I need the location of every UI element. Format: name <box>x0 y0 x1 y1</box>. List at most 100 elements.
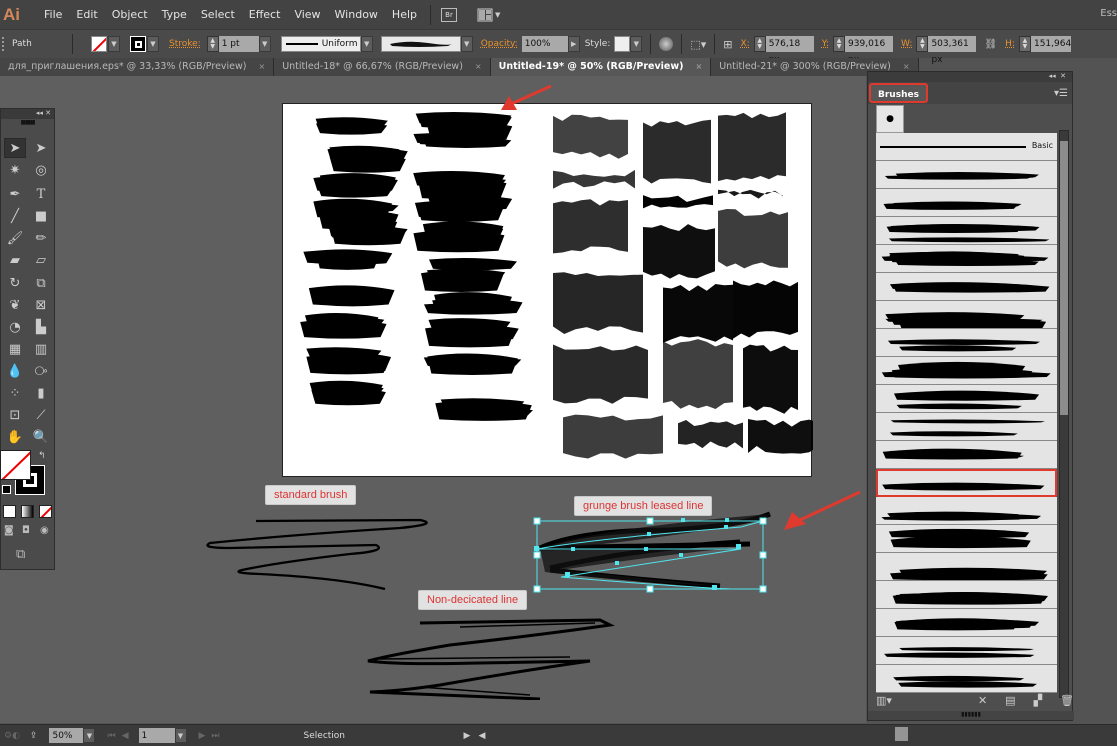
slice-tool[interactable]: ⟋ <box>30 405 52 425</box>
close-tab-icon[interactable]: × <box>259 58 266 76</box>
screen-mode-icon[interactable]: ⧉ <box>16 547 25 562</box>
brush-item[interactable] <box>876 441 1057 469</box>
eyedropper-tool[interactable]: 💧 <box>4 361 26 381</box>
mesh-tool[interactable]: ▦ <box>4 339 26 359</box>
brush-item[interactable] <box>876 329 1057 357</box>
fill-dropdown[interactable]: ▼ <box>108 36 120 52</box>
w-label[interactable]: W: <box>901 39 912 49</box>
selection-handles[interactable] <box>533 517 767 593</box>
stroke-dropdown[interactable]: ▼ <box>147 36 159 52</box>
brush-calligraphic-round[interactable]: ● <box>876 105 904 133</box>
brush-definition-dropdown[interactable]: ▼ <box>460 36 473 52</box>
x-field[interactable]: 576,18 px <box>765 36 814 65</box>
w-stepper[interactable]: ▲ ▼ <box>916 36 929 52</box>
style-swatch[interactable] <box>614 36 631 52</box>
stroke-weight-dropdown[interactable]: ▼ <box>258 36 271 52</box>
close-tab-icon[interactable]: × <box>695 58 702 76</box>
panel-resize-grip[interactable]: ▮▮▮▮▮▮ <box>868 711 1074 720</box>
previous-artboard-button[interactable]: ◀ <box>122 731 129 741</box>
rotate-tool[interactable]: ↻ <box>4 273 26 293</box>
brush-item[interactable] <box>876 245 1057 273</box>
brush-basic[interactable]: Basic <box>876 133 1057 161</box>
close-panel-icon[interactable]: ✕ <box>1060 72 1066 80</box>
w-field[interactable]: 503,361 px <box>928 36 977 65</box>
brush-item[interactable] <box>876 301 1057 329</box>
paintbrush-tool[interactable]: 🖌 <box>4 228 26 248</box>
draw-inside-icon[interactable]: ◉ <box>40 525 49 536</box>
gradient-tool[interactable]: ▥ <box>30 339 52 359</box>
options-of-selected-object-icon[interactable]: ▤ <box>1005 694 1015 707</box>
style-dropdown[interactable]: ▼ <box>630 36 643 52</box>
first-artboard-button[interactable]: ⏮ <box>107 731 115 741</box>
y-stepper[interactable]: ▲ ▼ <box>833 36 846 52</box>
new-brush-icon[interactable]: ▞ <box>1034 694 1042 707</box>
direct-selection-tool[interactable]: ➤ <box>30 138 52 158</box>
opacity-dropdown[interactable]: ▶ <box>567 36 580 52</box>
horizontal-scrollbar-thumb[interactable] <box>895 727 908 741</box>
collapse-panel-icon[interactable]: ◂◂ <box>1049 72 1056 80</box>
zoom-tool[interactable]: 🔍 <box>30 427 52 447</box>
brush-item[interactable] <box>876 469 1057 497</box>
tab-brushes[interactable]: Brushes <box>869 83 928 103</box>
zoom-level-field[interactable]: 50% <box>49 728 84 743</box>
bridge-button[interactable]: Br <box>441 7 457 22</box>
brush-item[interactable] <box>876 497 1057 525</box>
y-field[interactable]: 939,016 px <box>845 36 894 65</box>
swap-fill-stroke-icon[interactable]: ↰ <box>38 451 46 461</box>
brush-item[interactable] <box>876 525 1057 553</box>
brush-item[interactable] <box>876 385 1057 413</box>
align-icon[interactable]: ⊞ <box>723 38 732 51</box>
brush-item[interactable] <box>876 413 1057 441</box>
symbol-sprayer-tool[interactable]: ⁘ <box>4 383 26 403</box>
brush-list-scrollbar[interactable] <box>1059 130 1069 698</box>
menu-file[interactable]: File <box>44 8 62 21</box>
warp-tool[interactable]: ❦ <box>4 295 26 315</box>
h-label[interactable]: H: <box>1005 39 1015 49</box>
brush-item[interactable] <box>876 553 1057 581</box>
tab-document-1[interactable]: для_приглашения.eps* @ 33,33% (RGB/Previ… <box>0 58 275 76</box>
scroll-left-button[interactable]: ◀ <box>478 731 485 741</box>
draw-normal-icon[interactable]: ◙ <box>4 525 14 536</box>
rectangle-tool[interactable]: ■ <box>30 206 52 226</box>
stroke-label[interactable]: Stroke: <box>169 39 201 49</box>
none-mode-button[interactable] <box>39 505 52 518</box>
standard-brush-stroke[interactable] <box>200 510 440 590</box>
stroke-weight-field[interactable]: 1 pt <box>218 36 259 52</box>
artboard-number-field[interactable]: 1 <box>138 728 175 743</box>
draw-behind-icon[interactable]: ◘ <box>22 525 30 536</box>
color-mode-button[interactable] <box>3 505 16 518</box>
x-stepper[interactable]: ▲ ▼ <box>753 36 766 52</box>
stroke-profile-select[interactable]: Uniform <box>280 36 361 52</box>
blob-brush-tool[interactable]: ▰ <box>4 250 26 270</box>
brush-item[interactable] <box>876 217 1057 245</box>
constrain-proportions-icon[interactable]: ⛓ <box>984 39 997 50</box>
shape-builder-tool[interactable]: ◔ <box>4 317 26 337</box>
brush-item[interactable] <box>876 161 1057 189</box>
tab-document-3[interactable]: Untitled-19* @ 50% (RGB/Preview) × <box>490 58 712 76</box>
fill-swatch[interactable] <box>91 36 107 52</box>
menu-effect[interactable]: Effect <box>249 8 281 21</box>
panel-menu-icon[interactable]: ▾☰ <box>1054 88 1068 99</box>
artboard-tool[interactable]: ⊡ <box>4 405 26 425</box>
brush-item[interactable] <box>876 273 1057 301</box>
status-menu-arrow[interactable]: ▶ <box>464 731 471 741</box>
non-dedicated-brush-stroke[interactable] <box>360 615 620 700</box>
y-label[interactable]: Y: <box>822 39 829 49</box>
arrange-documents-icon[interactable]: ▼ <box>477 8 500 22</box>
pencil-tool[interactable]: ✏ <box>30 228 52 248</box>
brush-item[interactable] <box>876 189 1057 217</box>
close-tab-icon[interactable]: × <box>475 58 482 76</box>
line-tool[interactable]: ╱ <box>4 206 26 226</box>
hand-tool[interactable]: ✋ <box>4 427 26 447</box>
eraser-tool[interactable]: ▱ <box>30 250 52 270</box>
scale-tool[interactable]: ⧉ <box>30 273 52 293</box>
next-artboard-button[interactable]: ▶ <box>199 731 206 741</box>
brush-libraries-menu-icon[interactable]: ▥▾ <box>876 694 892 707</box>
tab-document-2[interactable]: Untitled-18* @ 66,67% (RGB/Preview) × <box>274 58 491 76</box>
selection-tool[interactable]: ➤ <box>4 138 26 158</box>
menu-edit[interactable]: Edit <box>76 8 97 21</box>
artboard-dropdown[interactable]: ▼ <box>174 728 187 743</box>
blend-tool[interactable]: ⧂ <box>30 361 52 381</box>
h-stepper[interactable]: ▲ ▼ <box>1018 36 1031 52</box>
magic-wand-tool[interactable]: ✷ <box>4 160 26 180</box>
